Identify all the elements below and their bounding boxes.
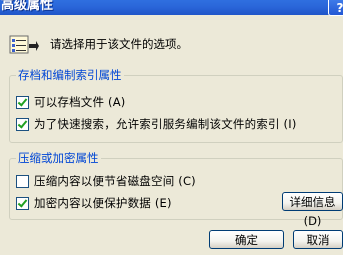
cancel-button[interactable]: 取消	[293, 230, 343, 249]
details-button[interactable]: 详细信息 (D)	[282, 192, 343, 228]
index-checkbox-row[interactable]: 为了快速搜索，允许索引服务编制该文件的索引 (I)	[16, 117, 297, 131]
compress-checkbox-row[interactable]: 压缩内容以便节省磁盘空间 (C)	[16, 174, 196, 188]
archive-label: 可以存档文件 (A)	[34, 95, 126, 109]
archive-index-legend: 存档和编制索引属性	[16, 68, 124, 82]
compress-label: 压缩内容以便节省磁盘空间 (C)	[34, 174, 196, 188]
help-button[interactable]: ?	[328, 0, 343, 16]
compress-checkbox[interactable]	[16, 174, 29, 188]
encrypt-label: 加密内容以便保护数据 (E)	[34, 196, 172, 210]
encrypt-checkbox-row[interactable]: 加密内容以便保护数据 (E)	[16, 196, 172, 210]
ok-button[interactable]: 确定	[209, 230, 284, 249]
index-label: 为了快速搜索，允许索引服务编制该文件的索引 (I)	[34, 117, 297, 131]
encrypt-checkbox[interactable]	[16, 196, 29, 210]
properties-icon	[9, 35, 39, 55]
compress-encrypt-legend: 压缩或加密属性	[16, 151, 101, 165]
title-bar: 高级属性 ?	[0, 0, 343, 16]
archive-checkbox-row[interactable]: 可以存档文件 (A)	[16, 95, 126, 109]
window-title: 高级属性	[1, 0, 54, 13]
index-checkbox[interactable]	[16, 117, 29, 131]
archive-index-group: 存档和编制索引属性	[9, 68, 343, 143]
intro-text: 请选择用于该文件的选项。	[50, 37, 188, 51]
archive-checkbox[interactable]	[16, 95, 29, 109]
